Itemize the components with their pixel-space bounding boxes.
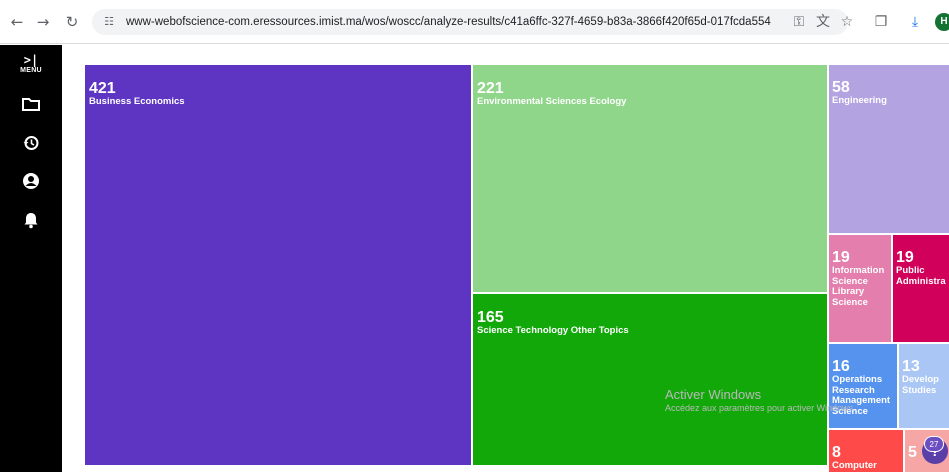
account-icon[interactable] <box>21 171 41 191</box>
tile-label: Operations Research Management Science <box>832 374 891 417</box>
address-bar[interactable]: ☷ www-webofscience-com.eressources.imist… <box>92 9 848 35</box>
bookmark-star-icon[interactable]: ☆ <box>838 12 856 32</box>
treemap-tile[interactable]: 165 Science Technology Other Topics <box>473 294 827 465</box>
back-button[interactable]: ← <box>7 12 27 32</box>
tile-label: Engineering <box>832 95 887 106</box>
treemap-tile[interactable]: 58 Engineering <box>829 65 949 233</box>
menu-toggle-button[interactable]: >| MENU <box>14 53 48 75</box>
site-info-icon[interactable]: ☷ <box>100 13 118 31</box>
tile-count: 165 <box>477 309 504 326</box>
tile-label: Environmental Sciences Ecology <box>477 96 627 107</box>
menu-expand-icon: >| <box>23 53 39 67</box>
tile-count: 221 <box>477 80 504 97</box>
tile-count: 8 <box>832 444 841 461</box>
treemap-tile[interactable]: 19 Public Administra <box>893 235 949 342</box>
tile-count: 421 <box>89 80 116 97</box>
treemap-tile[interactable]: 421 Business Economics <box>85 65 471 465</box>
tile-label: Public Administra <box>896 265 946 287</box>
browser-toolbar: ← → ↻ ☷ www-webofscience-com.eressources… <box>0 0 949 44</box>
tile-count: 16 <box>832 358 850 375</box>
tile-label: Information Science Library Science <box>832 265 885 308</box>
translate-icon[interactable]: 文 <box>814 12 832 32</box>
forward-button[interactable]: → <box>33 12 53 32</box>
treemap-tile[interactable]: 221 Environmental Sciences Ecology <box>473 65 827 292</box>
analyze-results-panel: 421 Business Economics 221 Environmental Sc… <box>62 45 949 472</box>
password-key-icon[interactable]: ⚿ <box>790 12 808 32</box>
treemap-tile[interactable]: 8 Computer <box>829 430 903 472</box>
bell-icon[interactable] <box>21 210 41 230</box>
reload-button[interactable]: ↻ <box>62 12 82 32</box>
treemap-tile[interactable]: 13 Develop Studies <box>899 344 949 428</box>
tile-label: Science Technology Other Topics <box>477 325 629 336</box>
tile-count: 13 <box>902 358 920 375</box>
history-icon[interactable] <box>21 133 41 153</box>
research-areas-treemap: 421 Business Economics 221 Environmental Sc… <box>62 45 949 472</box>
treemap-tile[interactable]: 16 Operations Research Management Science <box>829 344 897 428</box>
extensions-icon[interactable]: ❐ <box>872 12 890 32</box>
folder-icon[interactable] <box>21 94 41 114</box>
tile-label: Computer <box>832 460 877 471</box>
notification-badge: 27 <box>924 436 944 452</box>
profile-avatar[interactable]: H <box>935 13 949 31</box>
tile-label: Business Economics <box>89 96 185 107</box>
tile-label: Develop Studies <box>902 374 939 396</box>
menu-label: MENU <box>20 67 42 74</box>
tile-count: 58 <box>832 79 850 96</box>
tile-count: 19 <box>896 249 914 266</box>
download-icon[interactable]: ⤓ <box>906 12 924 32</box>
treemap-tile[interactable]: 19 Information Science Library Science <box>829 235 891 342</box>
tile-count: 19 <box>832 249 850 266</box>
url-text[interactable]: www-webofscience-com.eressources.imist.m… <box>126 9 771 35</box>
sidebar: >| MENU <box>0 45 62 472</box>
